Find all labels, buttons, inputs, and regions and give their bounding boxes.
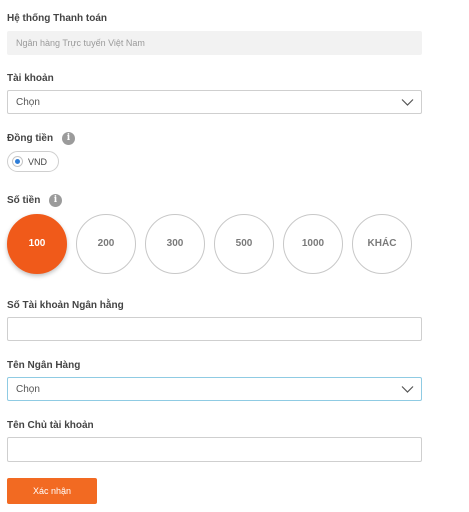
submit-button[interactable]: Xác nhận bbox=[7, 478, 97, 504]
account-select-value: Chọn bbox=[16, 97, 40, 108]
currency-radio-vnd[interactable]: VND bbox=[7, 151, 59, 172]
radio-selected-icon bbox=[12, 156, 23, 167]
chevron-down-icon bbox=[401, 386, 414, 393]
amount-option-other[interactable]: KHÁC bbox=[352, 214, 412, 274]
account-holder-input[interactable] bbox=[7, 437, 422, 462]
amount-option-1000[interactable]: 1000 bbox=[283, 214, 343, 274]
amount-label: Số tiền bbox=[7, 195, 41, 206]
info-icon[interactable]: i bbox=[62, 132, 75, 145]
payment-system-value: Ngân hàng Trực tuyến Việt Nam bbox=[16, 38, 145, 48]
chevron-down-icon bbox=[401, 99, 414, 106]
bank-account-number-label: Số Tài khoản Ngân hằng bbox=[7, 300, 124, 311]
currency-option-label: VND bbox=[28, 157, 48, 167]
amount-option-500[interactable]: 500 bbox=[214, 214, 274, 274]
bank-name-select[interactable]: Chọn bbox=[7, 377, 422, 401]
bank-name-select-value: Chọn bbox=[16, 384, 40, 395]
account-label: Tài khoản bbox=[7, 73, 54, 84]
account-select[interactable]: Chọn bbox=[7, 90, 422, 114]
bank-name-label: Tên Ngân Hàng bbox=[7, 360, 81, 371]
amount-option-300[interactable]: 300 bbox=[145, 214, 205, 274]
currency-label: Đồng tiền bbox=[7, 133, 54, 144]
payment-system-label: Hệ thống Thanh toán bbox=[7, 13, 107, 24]
payment-system-field: Ngân hàng Trực tuyến Việt Nam bbox=[7, 31, 422, 55]
account-holder-label: Tên Chủ tài khoản bbox=[7, 420, 94, 431]
bank-account-number-input[interactable] bbox=[7, 317, 422, 341]
amount-option-100[interactable]: 100 bbox=[7, 214, 67, 274]
amount-option-200[interactable]: 200 bbox=[76, 214, 136, 274]
info-icon[interactable]: i bbox=[49, 194, 62, 207]
